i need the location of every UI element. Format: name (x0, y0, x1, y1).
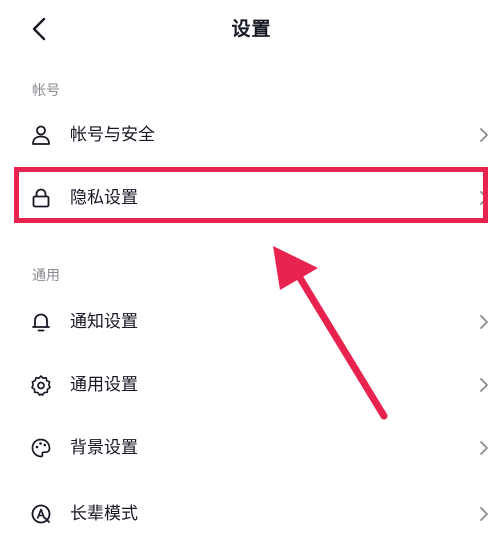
chevron-right-icon (477, 375, 491, 395)
settings-item-notification[interactable]: 通知设置 (0, 294, 503, 350)
settings-item-label: 通用设置 (70, 375, 138, 395)
user-icon (30, 124, 52, 146)
settings-item-privacy[interactable]: 隐私设置 (0, 170, 503, 226)
bell-icon (30, 311, 52, 333)
settings-item-general[interactable]: 通用设置 (0, 357, 503, 413)
chevron-right-icon (477, 125, 491, 145)
settings-item-account-security[interactable]: 帐号与安全 (0, 107, 503, 163)
section-label-account: 帐号 (32, 83, 60, 99)
palette-icon (30, 437, 52, 459)
settings-item-elder-mode[interactable]: 长辈模式 (0, 486, 503, 542)
settings-item-label: 背景设置 (70, 438, 138, 458)
lock-icon (30, 187, 52, 209)
settings-item-label: 长辈模式 (70, 504, 138, 524)
page-title: 设置 (231, 18, 272, 40)
section-label-general: 通用 (32, 268, 60, 284)
chevron-right-icon (477, 438, 491, 458)
settings-item-label: 隐私设置 (70, 188, 138, 208)
gear-icon (30, 374, 52, 396)
chevron-right-icon (477, 188, 491, 208)
settings-item-label: 通知设置 (70, 312, 138, 332)
chevron-right-icon (477, 504, 491, 524)
settings-item-label: 帐号与安全 (70, 125, 155, 145)
elder-mode-icon (30, 503, 52, 525)
settings-item-background[interactable]: 背景设置 (0, 420, 503, 476)
header: 设置 (0, 0, 503, 56)
chevron-right-icon (477, 312, 491, 332)
